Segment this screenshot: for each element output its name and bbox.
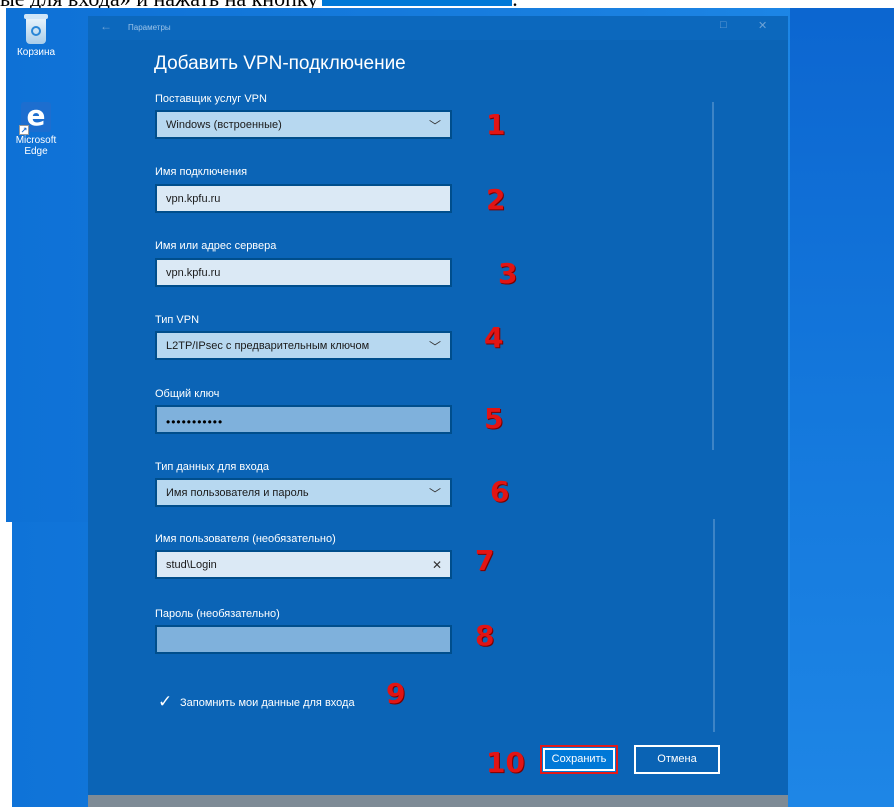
username-value: stud\Login — [166, 559, 217, 571]
close-icon[interactable]: ✕ — [758, 19, 767, 32]
save-button[interactable]: Сохранить — [540, 745, 618, 774]
provider-dropdown[interactable]: Windows (встроенные) ﹀ — [155, 110, 452, 139]
connection-name-value: vpn.kpfu.ru — [166, 193, 221, 205]
annotation-number: 3 — [498, 257, 518, 290]
desktop-icon-label: Microsoft Edge — [15, 135, 57, 157]
annotation-number: 10 — [486, 746, 525, 779]
desktop-icon-recycle-bin[interactable]: Корзина — [6, 14, 66, 58]
password-label: Пароль (необязательно) — [155, 608, 280, 620]
chevron-down-icon: ﹀ — [428, 119, 441, 133]
cancel-button[interactable]: Отмена — [634, 745, 720, 774]
username-label: Имя пользователя (необязательно) — [155, 533, 336, 545]
desktop-background-right — [790, 8, 894, 807]
annotation-number: 1 — [486, 108, 506, 141]
chevron-down-icon: ﹀ — [428, 340, 441, 354]
window-title: Параметры — [128, 23, 171, 32]
annotation-number: 2 — [486, 183, 506, 216]
desktop-icon-edge[interactable]: e ↗ Microsoft Edge — [6, 102, 66, 158]
server-value: vpn.kpfu.ru — [166, 267, 221, 279]
shared-key-input[interactable]: ••••••••••• — [155, 405, 452, 434]
desktop-icon-label: Корзина — [16, 47, 56, 58]
shared-key-label: Общий ключ — [155, 388, 220, 400]
connection-name-input[interactable]: vpn.kpfu.ru — [155, 184, 452, 213]
chevron-down-icon: ﹀ — [428, 487, 441, 501]
edge-icon: e ↗ — [19, 102, 51, 135]
vpn-type-dropdown[interactable]: L2TP/IPsec с предварительным ключом ﹀ — [155, 331, 452, 360]
annotation-number: 6 — [490, 475, 510, 508]
password-input[interactable] — [155, 625, 452, 654]
scrollbar-lower[interactable] — [713, 519, 715, 732]
server-input[interactable]: vpn.kpfu.ru — [155, 258, 452, 287]
image-white-margin — [0, 522, 12, 807]
checkmark-icon: ✓ — [158, 692, 173, 711]
provider-label: Поставщик услуг VPN — [155, 93, 267, 105]
maximize-icon[interactable]: □ — [720, 19, 727, 31]
vpn-type-value: L2TP/IPsec с предварительным ключом — [166, 340, 370, 352]
remember-label: Запомнить мои данные для входа — [180, 697, 355, 709]
shared-key-masked-value: ••••••••••• — [166, 415, 224, 429]
back-arrow-icon[interactable]: ← — [100, 19, 112, 33]
signin-type-label: Тип данных для входа — [155, 461, 270, 473]
annotation-number: 5 — [484, 402, 504, 435]
provider-value: Windows (встроенные) — [166, 119, 282, 131]
signin-type-value: Имя пользователя и пароль — [166, 487, 309, 499]
annotation-number: 9 — [386, 677, 406, 710]
window-bottom-edge — [88, 795, 788, 807]
title-bar: ← Параметры □ ✕ — [88, 16, 788, 40]
vpn-type-label: Тип VPN — [155, 314, 200, 326]
signin-type-dropdown[interactable]: Имя пользователя и пароль ﹀ — [155, 478, 452, 507]
username-input[interactable]: stud\Login ✕ — [155, 550, 452, 579]
inline-button-image — [322, 0, 513, 6]
connection-name-label: Имя подключения — [155, 166, 248, 178]
server-label: Имя или адрес сервера — [155, 240, 277, 252]
page-title: Добавить VPN-подключение — [154, 53, 406, 74]
recycle-bin-icon — [23, 14, 49, 44]
clear-icon[interactable]: ✕ — [432, 558, 442, 572]
scrollbar-upper[interactable] — [712, 102, 714, 450]
settings-window: ← Параметры □ ✕ Добавить VPN-подключение… — [88, 16, 788, 807]
annotation-number: 8 — [475, 619, 495, 652]
annotation-number: 4 — [484, 321, 504, 354]
annotation-number: 7 — [475, 544, 495, 577]
